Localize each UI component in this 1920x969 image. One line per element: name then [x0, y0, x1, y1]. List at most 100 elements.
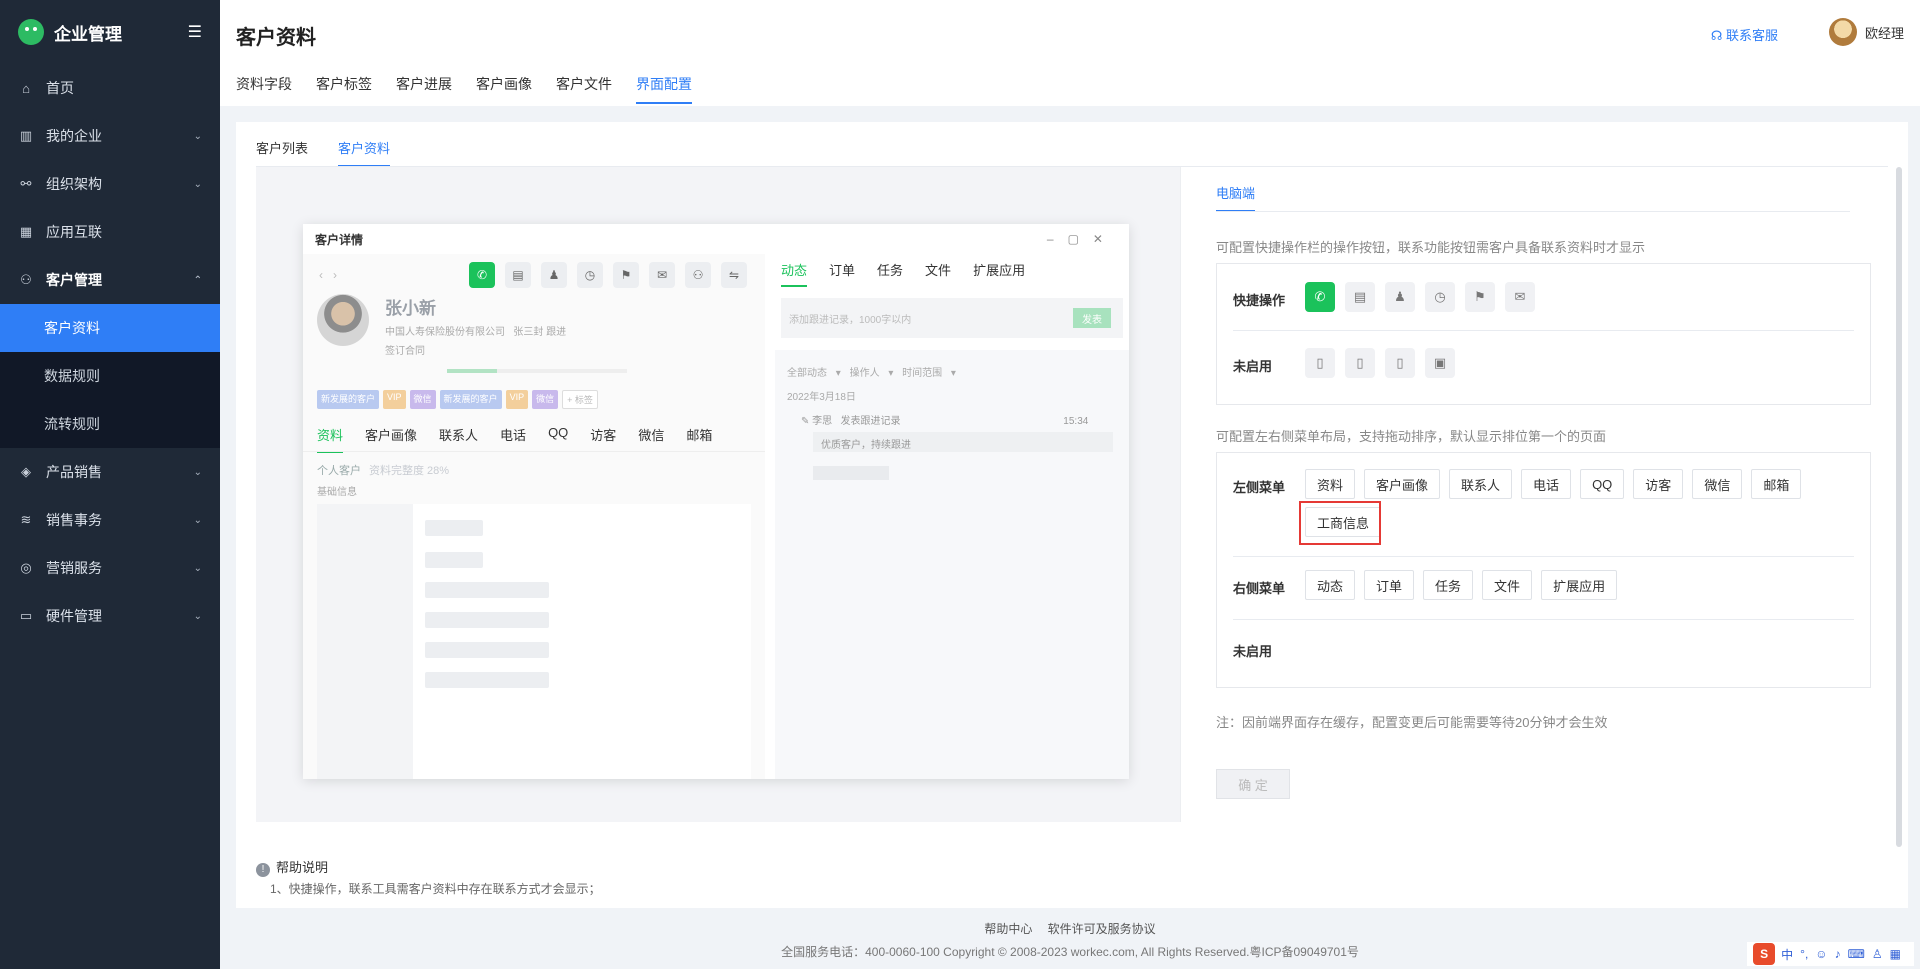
sidebar-item-home[interactable]: ⌂ 首页: [0, 64, 220, 112]
quick-actions-box: 快捷操作 ✆ ▤ ♟ ◷ ⚑ ✉ 未启用 ▯ ▯ ▯ ▣: [1216, 263, 1871, 405]
menu-chip[interactable]: 任务: [1423, 570, 1474, 600]
doc-icon[interactable]: ▯: [1385, 348, 1415, 378]
collapse-menu-icon[interactable]: ☰: [188, 22, 202, 42]
menu-chip[interactable]: 微信: [1692, 469, 1743, 499]
confirm-button[interactable]: 确 定: [1216, 769, 1290, 799]
sidebar-sub-data-rules[interactable]: 数据规则: [0, 352, 220, 400]
edit-icon: ✎: [801, 416, 813, 427]
skin-icon[interactable]: ♙: [1872, 947, 1883, 961]
sidebar-sub-customer-profile[interactable]: 客户资料: [0, 304, 220, 352]
sidebar-sub-flow-rules[interactable]: 流转规则: [0, 400, 220, 448]
tag: VIP: [505, 390, 529, 409]
tab-portrait[interactable]: 客户画像: [476, 74, 532, 104]
preview-tab: 扩展应用: [973, 263, 1026, 278]
mail-icon: ✉: [649, 262, 675, 288]
tab-customer-list[interactable]: 客户列表: [256, 138, 308, 167]
timer-icon[interactable]: ◷: [1425, 282, 1455, 312]
preview-tab: 订单: [829, 263, 856, 278]
left-menu-label: 左侧菜单: [1233, 480, 1286, 495]
menu-layout-box: 左侧菜单 资料 客户画像 联系人 电话 QQ 访客 微信 邮箱 工商信息 右侧菜…: [1216, 452, 1871, 688]
doc-icon[interactable]: ▯: [1305, 348, 1335, 378]
license-link[interactable]: 软件许可及服务协议: [1048, 922, 1156, 936]
sidebar-item-customer[interactable]: ⚇ 客户管理 ⌃: [0, 256, 220, 304]
sidebar-item-apps[interactable]: ▦ 应用互联: [0, 208, 220, 256]
menu-chip[interactable]: 动态: [1305, 570, 1356, 600]
punctuation-icon[interactable]: °,: [1800, 947, 1808, 961]
customer-name: 张小新: [385, 299, 436, 318]
customer-stage: 签订合同: [385, 346, 425, 357]
sidebar-item-label: 客户管理: [46, 272, 102, 288]
window-titlebar: 客户详情 –▢✕: [303, 224, 1129, 254]
window-controls-icon: –▢✕: [1046, 232, 1117, 246]
tab-customer-profile[interactable]: 客户资料: [338, 138, 391, 167]
tab-files[interactable]: 客户文件: [556, 74, 612, 104]
sidebar-item-enterprise[interactable]: ▥ 我的企业 ⌄: [0, 112, 220, 160]
help-title: ! 帮助说明: [256, 857, 328, 877]
skeleton-bar: [425, 520, 483, 536]
sidebar-item-org[interactable]: ⚯ 组织架构 ⌄: [0, 160, 220, 208]
sidebar-item-sales-affairs[interactable]: ≋ 销售事务 ⌄: [0, 496, 220, 544]
sms-icon[interactable]: ▤: [1345, 282, 1375, 312]
tab-progress[interactable]: 客户进展: [396, 74, 452, 104]
tab-tags[interactable]: 客户标签: [316, 74, 372, 104]
quick-actions-desc: 可配置快捷操作栏的操作按钮，联系功能按钮需客户具备联系资料时才显示: [1216, 240, 1646, 255]
menu-grid-icon[interactable]: ▦: [1890, 947, 1901, 961]
add-tag: + 标签: [562, 390, 598, 409]
menu-chip[interactable]: 客户画像: [1364, 469, 1441, 499]
contact-service-link[interactable]: ☊ 联系客服: [1711, 25, 1778, 44]
menu-chip[interactable]: 电话: [1521, 469, 1572, 499]
qq-icon: ♟: [541, 262, 567, 288]
help-center-link[interactable]: 帮助中心: [984, 922, 1032, 936]
menu-chip[interactable]: 邮箱: [1751, 469, 1802, 499]
unused-quick-actions: ▯ ▯ ▯ ▣: [1305, 348, 1465, 378]
sidebar-item-hardware[interactable]: ▭ 硬件管理 ⌄: [0, 592, 220, 640]
tab-desktop[interactable]: 电脑端: [1216, 183, 1256, 212]
entry-author: 李思: [812, 416, 833, 427]
menu-chip[interactable]: QQ: [1580, 469, 1625, 499]
entry-time: 15:34: [1063, 416, 1089, 427]
sidebar-item-marketing[interactable]: ◎ 营销服务 ⌄: [0, 544, 220, 592]
preview-right-panel: 动态 订单 任务 文件 扩展应用 添加跟进记录，1000字以内 发表 全部动态 …: [775, 254, 1129, 779]
preview-left-panel: ‹ › ✆ ▤ ♟ ◷ ⚑ ✉ ⚇ ⇋ 张小新 中国人寿保险股份有限公司 张三封…: [303, 254, 765, 779]
menu-chip[interactable]: 扩展应用: [1541, 570, 1618, 600]
ime-mode[interactable]: 中: [1781, 946, 1793, 963]
sidebar-item-product-sales[interactable]: ◈ 产品销售 ⌄: [0, 448, 220, 496]
page-header: 客户资料 资料字段 客户标签 客户进展 客户画像 客户文件 界面配置 ☊ 联系客…: [220, 0, 1920, 106]
prev-next-arrows-icon: ‹ ›: [319, 268, 337, 282]
sidebar-item-label: 产品销售: [46, 464, 102, 480]
tag: 微信: [409, 390, 436, 409]
feed-date: 2022年3月18日: [787, 392, 856, 403]
chevron-down-icon: ⌄: [193, 562, 202, 574]
scrollbar[interactable]: [1896, 167, 1902, 847]
left-menu-chips: 资料 客户画像 联系人 电话 QQ 访客 微信 邮箱 工商信息: [1305, 469, 1865, 545]
doc-icon[interactable]: ▯: [1345, 348, 1375, 378]
stage-progress-fill: [447, 369, 498, 373]
emoji-icon[interactable]: ☺: [1815, 947, 1827, 961]
menu-chip[interactable]: 文件: [1482, 570, 1533, 600]
user-menu[interactable]: 欧经理: [1828, 18, 1904, 46]
menu-chip[interactable]: 订单: [1364, 570, 1415, 600]
sidebar-item-label: 销售事务: [46, 512, 102, 528]
mic-icon[interactable]: ♪: [1835, 947, 1841, 961]
entry-action: 发表跟进记录: [840, 416, 901, 427]
tab-fields[interactable]: 资料字段: [236, 74, 292, 104]
feed-filters: 全部动态 ▾ 操作人 ▾ 时间范围 ▾: [787, 368, 956, 379]
archive-icon[interactable]: ▣: [1425, 348, 1455, 378]
skeleton-bar: [813, 466, 889, 480]
skeleton-bar: [425, 612, 549, 628]
menu-chip[interactable]: 资料: [1305, 469, 1356, 499]
tab-ui-config[interactable]: 界面配置: [636, 74, 692, 104]
preview-tab: 资料: [317, 425, 344, 453]
contact-service-label: 联系客服: [1725, 28, 1778, 43]
ime-toolbar[interactable]: S 中 °, ☺ ♪ ⌨ ♙ ▦: [1747, 942, 1914, 966]
menu-chip[interactable]: 联系人: [1449, 469, 1513, 499]
phone-icon[interactable]: ✆: [1305, 282, 1335, 312]
keyboard-icon[interactable]: ⌨: [1848, 947, 1865, 961]
menu-chip[interactable]: 访客: [1633, 469, 1684, 499]
preview-quick-actions: ✆ ▤ ♟ ◷ ⚑ ✉ ⚇ ⇋: [469, 262, 757, 288]
mail-icon[interactable]: ✉: [1505, 282, 1535, 312]
skeleton-bar: [425, 582, 549, 598]
qq-icon[interactable]: ♟: [1385, 282, 1415, 312]
bookmark-icon[interactable]: ⚑: [1465, 282, 1495, 312]
layers-icon: ≋: [20, 512, 32, 527]
